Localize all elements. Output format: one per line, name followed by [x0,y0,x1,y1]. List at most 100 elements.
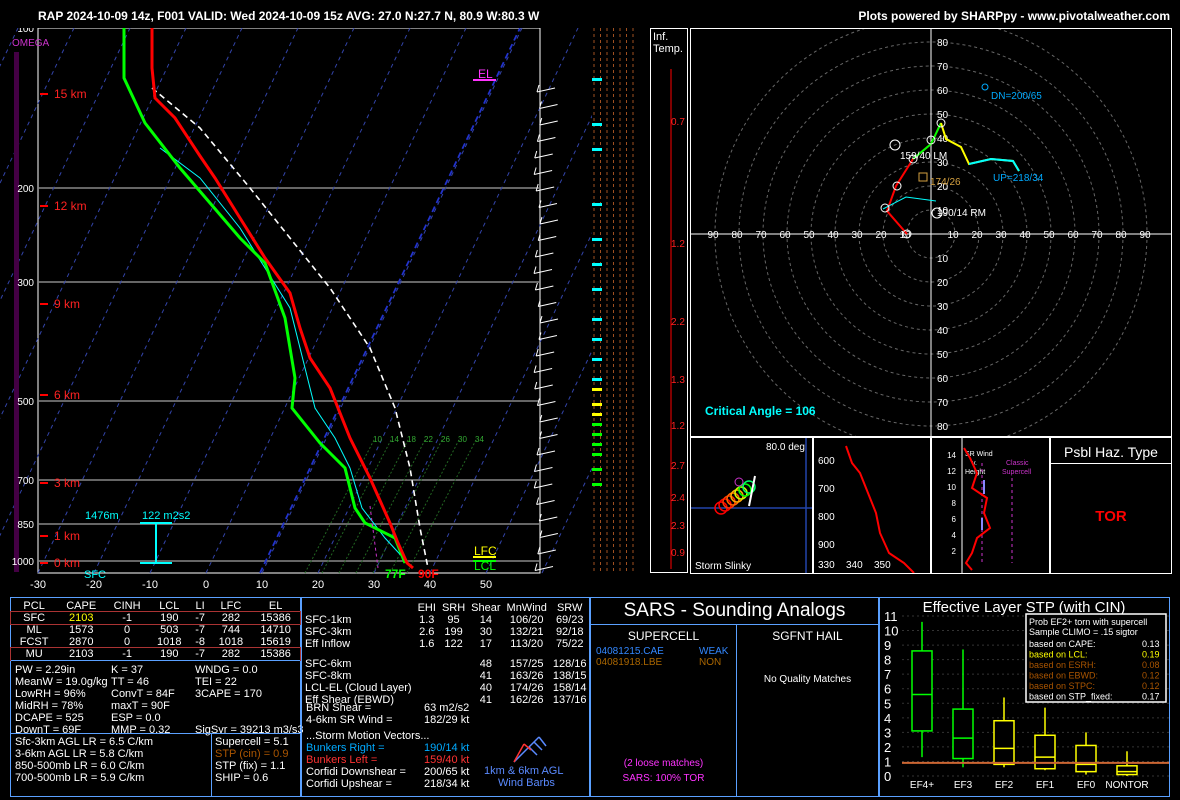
kin-header: SRW [556,602,583,614]
inflow-value: 1.3 [671,375,685,386]
axis-label: 30 [995,230,1007,241]
ring-label-down: 60 [937,374,949,385]
kin-cell: 163/26 [509,670,544,682]
parcel-cell: ML [26,624,42,636]
kin-cell [415,682,439,694]
stp-y-label: 6 [884,682,891,697]
pressure-label: 200 [17,184,34,195]
parcel-row: FCST 2870 0 1018 -8 1018 15619 [11,636,300,648]
stp-legend-label: based on ESRH: [1029,660,1096,670]
kin-cell: 106/20 [509,614,544,626]
wind-barb [539,417,558,423]
kin-cell: SFC-8km [305,670,352,682]
hazard-panel: Psbl Haz. Type TOR [1050,437,1172,574]
sfc-label: SFC [84,569,106,581]
wind-barb [538,203,558,208]
sr-wind-value: 182/29 kt [424,714,470,726]
inflow-value: 2.4 [671,493,685,504]
composite-indices: Supercell = 5.1 STP (cin) = 0.9 STP (fix) … [215,736,289,784]
ring-label-up: 60 [937,86,949,97]
wind-barb-flag [534,282,538,291]
stp-box [1116,765,1138,776]
index-value: DCAPE = 525 [15,712,84,724]
eff-layer-depth: 1476m [85,510,119,522]
parcel-cell: 1018 [157,636,182,648]
stp-y-label: 10 [884,624,898,639]
kin-cell: 69/23 [555,614,584,626]
mixing-ratio-label: 14 [390,435,399,444]
index-value: PW = 2.29in [15,664,76,676]
kin-cell [415,670,439,682]
theta-y-label: 600 [818,456,835,467]
rm-label: 190/14 RM [937,208,986,219]
wind-speed-column [590,28,650,573]
hail-text: No Quality Matches [763,674,852,685]
hazard-title: Psbl Haz. Type [1064,444,1158,460]
wind-speed-mark [592,378,602,381]
index-value: ESP = 0.0 [111,712,161,724]
index-value: maxT = 90F [111,700,170,712]
parcel-header: LCL [159,600,180,612]
srw-y-label: 10 [947,483,956,492]
inflow-value: 1.2 [671,239,685,250]
pressure-label: 700 [17,476,34,487]
index-value: MeanW = 19.0g/kg [15,676,108,688]
kin-cell: 14 [479,614,492,626]
kin-cell: 122 [444,638,463,650]
srw-y-label: 12 [947,467,956,476]
sars-match-type: WEAK [699,646,729,657]
wind-barb [537,549,556,555]
axis-label: 20 [875,230,887,241]
isotherm [429,27,691,574]
wind-barb [534,153,553,159]
stp-category-label: EF2 [995,780,1014,791]
srw-trace [963,447,992,571]
srw-y-label: 14 [947,451,956,460]
mixing-ratio-line [406,437,478,574]
sars-match-id: 04081918.LBE [596,657,663,668]
temp-tick-label: -10 [142,579,158,591]
skewt-panel: OMEGA 100 200 300 500 700 850 1000 15 km 12 km 9 … [0,24,1027,596]
barb-label-1: 1km & 6km AGL [484,765,563,777]
stp-y-label: 5 [884,696,891,711]
parcel-cell: 2870 [68,636,94,648]
slinky-ring [734,486,748,500]
wind-barb [533,269,553,274]
kin-header: EHI [417,602,436,614]
wind-speed-mark [592,123,602,126]
stp-legend-label: based on EBWD: [1029,671,1098,681]
inflow-value: 1.2 [671,421,685,432]
wind-barb [539,120,558,126]
ring-label-down: 50 [937,350,949,361]
wind-barb [535,285,554,291]
kinematics-panel: EHI SRH Shear MnWind SRW SFC-1km 1.3 95 14 106/20… [301,597,590,797]
wind-speed-mark [592,238,602,241]
parcel-cell: 2103 [68,648,94,660]
theta-y-label: 900 [818,540,835,551]
isotherm [261,27,523,574]
parcel-cell: -8 [195,636,205,648]
axis-label: 40 [1019,230,1031,241]
axis-label: 60 [779,230,791,241]
storm-motion-value: 218/34 kt [424,778,470,790]
wind-barb-flag [534,249,538,258]
ring-label-down: 10 [937,254,949,265]
hodo-trace-upper [940,122,1020,172]
wind-barb [539,533,558,538]
mixing-ratio-label: 22 [424,435,433,444]
isotherm [0,27,243,537]
credit-text: Plots powered by SHARPpy - www.pivotalwe… [858,9,1170,23]
height-label: 12 km [54,199,87,213]
inflow-value: 2.3 [671,521,685,532]
wind-barb-flag [533,266,537,274]
pressure-label: 300 [17,278,34,289]
stp-y-label: 11 [884,609,898,624]
parcel-panel: PCL CAPE CINH LCL LI LFC EL SFC 2103 -1 190 -7 282 1… [10,597,304,797]
height-label: 1 km [54,529,80,543]
srw-y-label: 8 [952,499,957,508]
temp-tick-label: 10 [256,579,268,591]
wind-barb [539,516,558,522]
stp-y-label: 1 [884,754,891,769]
stp-legend-value: 0.08 [1142,660,1160,670]
parcel-cell: -7 [195,624,205,636]
